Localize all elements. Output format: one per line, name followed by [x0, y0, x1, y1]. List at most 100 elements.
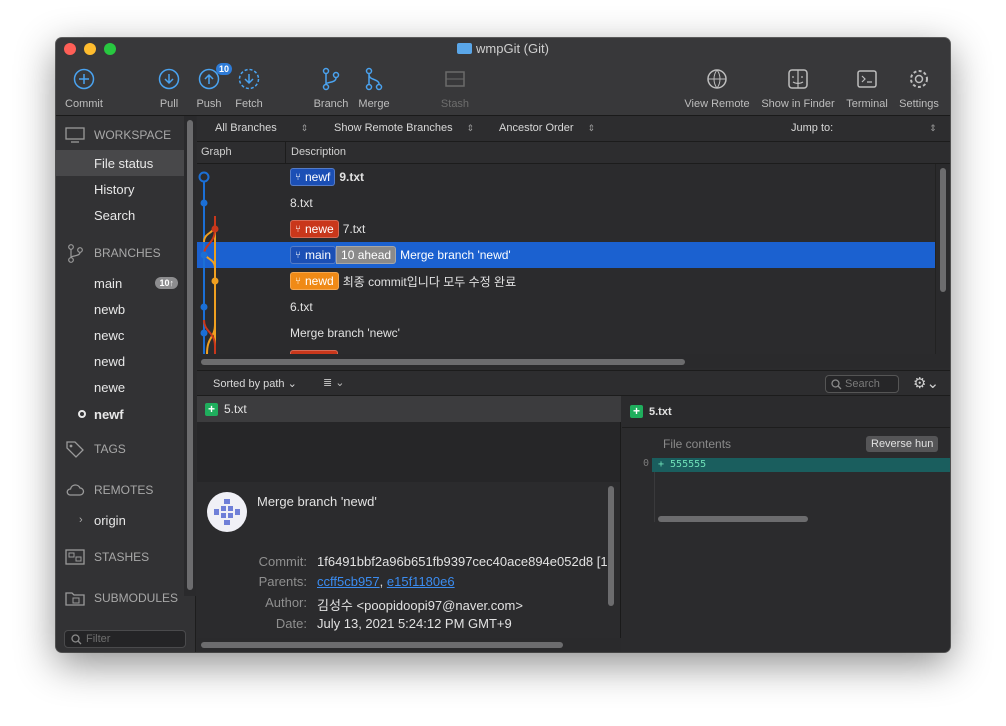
view-remote-button[interactable]: View Remote [682, 64, 752, 110]
tags-header[interactable]: TAGS [56, 436, 184, 462]
sidebar-item-history[interactable]: History [56, 176, 184, 202]
branch-icon: ⑂ [295, 171, 301, 183]
commit-graph [198, 171, 219, 354]
commit-row[interactable]: 6.txt [197, 294, 935, 320]
file-row[interactable]: + 5.txt [197, 396, 621, 422]
details-hscrollbar[interactable] [197, 638, 621, 652]
parent-link[interactable]: e15f1180e6 [387, 574, 455, 589]
column-headers: Graph Description [197, 142, 950, 164]
scroll-thumb[interactable] [201, 359, 685, 365]
gear-icon[interactable]: ⚙⌄ [913, 374, 939, 392]
sidebar-branch-newc[interactable]: newc [56, 322, 184, 348]
select-arrows-icon: ⇕ [466, 123, 475, 133]
commit-row[interactable]: ⑂ newe 7.txt [197, 216, 935, 242]
changed-files-list: + 5.txt [197, 396, 621, 482]
tag-icon [56, 440, 94, 458]
sidebar-branch-newb[interactable]: newb [56, 296, 184, 322]
sidebar-remote-origin[interactable]: › origin [56, 507, 184, 533]
description-column-header[interactable]: Description [291, 146, 346, 158]
commit-list: ⑂ newf 9.txt 8.txt ⑂ newe 7.txt ⑂ main 10 ahea… [197, 164, 935, 354]
commit-details: Merge branch 'newd' Commit: 1f6491bbf2a9… [197, 482, 621, 652]
push-button[interactable]: 10 Push [194, 63, 233, 110]
sidebar: WORKSPACE File status History Search BRA… [56, 116, 196, 652]
search-icon [831, 378, 842, 389]
graph-column-header[interactable]: Graph [201, 146, 232, 158]
push-icon: 10 [194, 63, 233, 94]
sidebar-item-file-status[interactable]: File status [56, 150, 184, 176]
hunk-header: File contents Reverse hun [622, 428, 950, 458]
commit-row[interactable]: ⑂ newd 최종 commit입니다 모두 수정 완료 [197, 268, 935, 294]
sidebar-item-search[interactable]: Search [56, 202, 184, 228]
stashes-header[interactable]: STASHES [56, 544, 184, 570]
search-icon [71, 633, 82, 644]
commit-icon [64, 64, 104, 94]
commit-message: Merge branch 'newd' [257, 494, 377, 509]
scroll-thumb[interactable] [201, 642, 563, 648]
branch-label: ⑂ newf [290, 168, 336, 186]
sidebar-branch-newd[interactable]: newd [56, 348, 184, 374]
sidebar-branch-newf[interactable]: newf [56, 401, 184, 427]
remotes-header[interactable]: REMOTES [56, 477, 184, 503]
diff-pane: + 5.txt File contents Reverse hun 0 + 55… [622, 396, 950, 652]
fetch-icon [232, 64, 266, 94]
cloud-icon [56, 483, 94, 497]
finder-icon [759, 64, 837, 94]
commit-row[interactable]: Merge branch 'newc' [197, 320, 935, 346]
sidebar-scrollbar[interactable] [184, 116, 196, 596]
workspace-header: WORKSPACE [56, 122, 184, 148]
branches-header[interactable]: BRANCHES [56, 240, 184, 266]
pull-button[interactable]: Pull [154, 64, 184, 110]
file-toolbar: Sorted by path ⌄ ≣ ⌄ Search ⚙⌄ [197, 370, 950, 396]
fetch-button[interactable]: Fetch [232, 64, 266, 110]
branch-label: ⑂ newe [290, 220, 339, 238]
folder-icon [56, 590, 94, 606]
stash-button[interactable]: Stash [438, 64, 472, 110]
added-icon: + [205, 402, 218, 416]
commit-hash: 1f6491bbf2a96b651fb9397cec40ace894e052d8… [317, 554, 608, 569]
settings-button[interactable]: Settings [896, 64, 942, 110]
select-arrows-icon: ⇕ [587, 123, 596, 133]
diff-hscrollbar[interactable] [658, 516, 808, 522]
submodules-header[interactable]: SUBMODULES [56, 585, 184, 611]
stash-icon [56, 549, 94, 565]
sidebar-branch-newe[interactable]: newe [56, 374, 184, 400]
scroll-thumb[interactable] [940, 168, 946, 292]
jump-to-select[interactable]: Jump to: ⇕ [791, 122, 937, 134]
branch-icon: ⑂ [295, 275, 301, 287]
diff-file-header: + 5.txt [622, 396, 950, 428]
show-in-finder-button[interactable]: Show in Finder [759, 64, 837, 110]
chevron-down-icon: ⌄ [287, 378, 297, 390]
commit-author: 김성수 <poopidoopi97@naver.com> [317, 598, 523, 613]
search-input[interactable]: Search [825, 375, 899, 393]
commit-list-hscrollbar[interactable] [197, 354, 950, 368]
scroll-thumb[interactable] [608, 486, 614, 606]
toolbar: wmpGit (Git) Commit Pull 10 Push Fetch B… [56, 38, 950, 116]
select-arrows-icon: ⇕ [300, 123, 309, 133]
details-scrollbar[interactable] [606, 486, 616, 636]
commit-row[interactable]: ⑂ newf 9.txt [197, 164, 935, 190]
branches-select[interactable]: All Branches ⇕ [215, 122, 308, 134]
sidebar-branch-main[interactable]: main 10↑ [56, 270, 184, 296]
commit-row-selected[interactable]: ⑂ main 10 ahead Merge branch 'newd' [197, 242, 935, 268]
remote-branches-select[interactable]: Show Remote Branches ⇕ [334, 122, 474, 134]
sort-select[interactable]: Sorted by path ⌄ [213, 377, 297, 390]
list-view-select[interactable]: ≣ ⌄ [323, 376, 345, 389]
filter-input[interactable]: Filter [64, 630, 186, 648]
commit-row[interactable]: 8.txt [197, 190, 935, 216]
parent-link[interactable]: ccff5cb957 [317, 574, 380, 589]
scroll-thumb[interactable] [187, 120, 193, 590]
merge-button[interactable]: Merge [356, 64, 392, 110]
commit-row[interactable] [197, 346, 935, 354]
merge-icon [356, 64, 392, 94]
diff-line-added[interactable]: 0 + 555555 [622, 458, 950, 472]
order-select[interactable]: Ancestor Order ⇕ [499, 122, 595, 134]
branch-icon [56, 243, 94, 263]
branch-button[interactable]: Branch [312, 64, 350, 110]
commit-list-scrollbar[interactable] [935, 164, 950, 354]
folder-icon [457, 43, 473, 54]
terminal-button[interactable]: Terminal [844, 64, 890, 110]
globe-icon [682, 64, 752, 94]
branch-label: ⑂ main [290, 246, 337, 264]
reverse-hunk-button[interactable]: Reverse hun [866, 436, 939, 452]
commit-button[interactable]: Commit [64, 64, 104, 110]
